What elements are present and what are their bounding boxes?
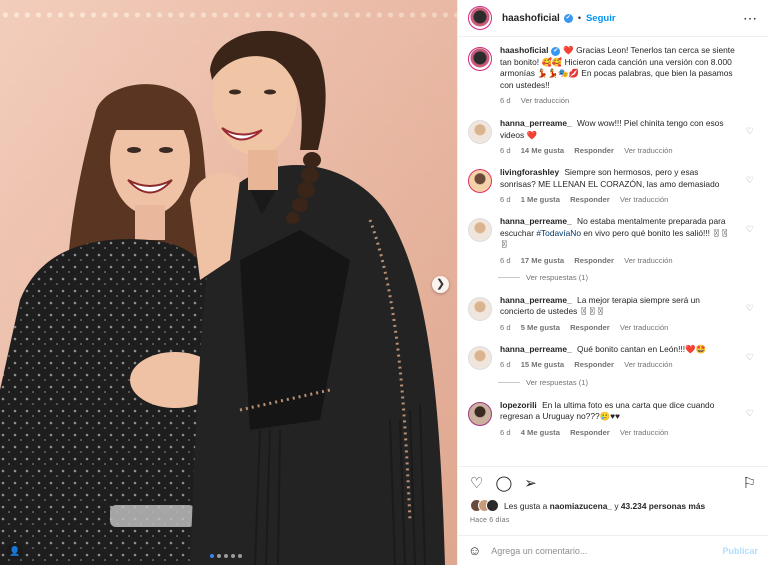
photo-illustration [0, 0, 457, 565]
comment-item: hanna_perreame_ La mejor terapia siempre… [468, 295, 758, 332]
likes-middle: y [612, 500, 621, 511]
comment-username[interactable]: hanna_perreame_ [500, 216, 572, 226]
comments-list[interactable]: haashoficial ✔ ❤️ Gracias Leon! Tenerlos t… [458, 37, 768, 466]
comment-time: 6 d [500, 360, 511, 369]
caption-translate-link[interactable]: Ver traducción [521, 96, 570, 105]
post-actions: ♡ ◯ ➢ ⚐ Les gusta a naomiazucena_ y 43.2… [458, 466, 768, 524]
more-options-icon[interactable]: ⋯ [743, 11, 758, 25]
caption-username[interactable]: haashoficial [500, 45, 548, 55]
comment-item: livingforashley Siempre son hermosos, pe… [468, 167, 758, 204]
caption-time: 6 d [500, 96, 511, 105]
translate-link[interactable]: Ver traducción [624, 360, 673, 369]
tagged-user-icon[interactable]: 👤 [7, 543, 23, 559]
follow-button[interactable]: Seguir [586, 13, 616, 24]
posted-ago: Hace 6 días [470, 517, 510, 524]
carousel-dot[interactable] [238, 554, 242, 558]
caption-lead-emoji: ❤️ [563, 45, 574, 55]
translate-link[interactable]: Ver traducción [620, 195, 669, 204]
comment-likes[interactable]: 14 Me gusta [521, 146, 564, 155]
post-header: haashoficial ✔ • Seguir ⋯ [458, 0, 768, 37]
reply-button[interactable]: Responder [570, 428, 610, 437]
verified-badge-icon: ✔ [551, 47, 561, 56]
commenter-avatar[interactable] [468, 218, 492, 242]
post-side-panel: haashoficial ✔ • Seguir ⋯ haashoficial ✔ ❤… [457, 0, 768, 565]
view-replies-link[interactable]: Ver respuestas (1) [498, 273, 758, 282]
share-icon[interactable]: ➢ [524, 476, 537, 491]
commenter-avatar[interactable] [468, 169, 492, 193]
translate-link[interactable]: Ver traducción [624, 146, 673, 155]
translate-link[interactable]: Ver traducción [624, 256, 673, 265]
comment-likes[interactable]: 4 Me gusta [521, 428, 560, 437]
reply-button[interactable]: Responder [570, 195, 610, 204]
like-comment-heart-icon[interactable]: ♡ [746, 224, 754, 235]
hashtag-link[interactable]: #TodavíaNo [536, 228, 581, 238]
comment-item: hanna_perreame_ Qué bonito cantan en Leó… [468, 344, 758, 370]
caption: haashoficial ✔ ❤️ Gracias Leon! Tenerlos t… [468, 45, 758, 105]
comment-icon[interactable]: ◯ [495, 476, 512, 491]
comment-username[interactable]: hanna_perreame_ [500, 295, 572, 305]
comment-likes[interactable]: 5 Me gusta [521, 323, 560, 332]
like-comment-heart-icon[interactable]: ♡ [746, 408, 754, 419]
comment-username[interactable]: lopezorili [500, 400, 537, 410]
like-comment-heart-icon[interactable]: ♡ [746, 126, 754, 137]
comment-item: hanna_perreame_ Wow wow!!! Piel chinita … [468, 118, 758, 155]
author-username[interactable]: haashoficial [502, 13, 560, 24]
comment-likes[interactable]: 15 Me gusta [521, 360, 564, 369]
commenter-avatar[interactable] [468, 120, 492, 144]
comment-item: hanna_perreame_ No estaba mentalmente pr… [468, 216, 758, 265]
comment-text: Qué bonito cantan en León!!!❤️🤩 [577, 343, 706, 354]
publish-button[interactable]: Publicar [722, 546, 758, 556]
reply-button[interactable]: Responder [574, 256, 614, 265]
commenter-avatar[interactable] [468, 401, 492, 426]
bookmark-icon[interactable]: ⚐ [743, 476, 756, 491]
comment-time: 6 d [500, 255, 511, 265]
comment-likes[interactable]: 1 Me gusta [521, 195, 560, 204]
next-slide-icon[interactable]: ❯ [432, 276, 449, 293]
view-replies-link[interactable]: Ver respuestas (1) [498, 378, 758, 387]
comment-username[interactable]: hanna_perreame_ [500, 118, 572, 128]
comment-time: 6 d [500, 322, 511, 332]
translate-link[interactable]: Ver traducción [620, 428, 669, 437]
comment-likes[interactable]: 17 Me gusta [521, 256, 564, 265]
likes-prefix: Les gusta a [504, 500, 550, 511]
reply-button[interactable]: Responder [574, 360, 614, 369]
verified-badge-icon: ✔ [563, 13, 573, 23]
like-comment-heart-icon[interactable]: ♡ [746, 303, 754, 314]
heart-icon[interactable]: ♡ [470, 476, 483, 491]
likes-count[interactable]: 43.234 personas más [621, 501, 705, 511]
likes-summary: Les gusta a naomiazucena_ y 43.234 perso… [470, 499, 758, 512]
carousel-dots [210, 554, 242, 558]
liker-username[interactable]: naomiazucena_ [550, 501, 612, 511]
comment-time: 6 d [500, 146, 511, 155]
caption-text-block: haashoficial ✔ ❤️ Gracias Leon! Tenerlos t… [500, 45, 736, 91]
carousel-dot[interactable] [217, 554, 221, 558]
author-avatar[interactable] [468, 6, 492, 30]
like-comment-heart-icon[interactable]: ♡ [746, 352, 754, 363]
comment-username[interactable]: livingforashley [500, 167, 559, 177]
comment-time: 6 d [500, 195, 511, 204]
emoji-picker-icon[interactable]: ☺ [468, 543, 481, 558]
caption-avatar[interactable] [468, 47, 492, 71]
reply-button[interactable]: Responder [570, 323, 610, 332]
comment-item: lopezorili En la ultima foto es una cart… [468, 400, 758, 437]
like-comment-heart-icon[interactable]: ♡ [746, 175, 754, 186]
comment-time: 6 d [500, 427, 511, 437]
translate-link[interactable]: Ver traducción [620, 323, 669, 332]
liker-avatar [486, 499, 499, 512]
carousel-dot[interactable] [210, 554, 214, 558]
comment-username[interactable]: hanna_perreame_ [500, 344, 572, 354]
carousel-dot[interactable] [224, 554, 228, 558]
reply-button[interactable]: Responder [574, 146, 614, 155]
caption-meta: 6 d Ver traducción [500, 96, 736, 105]
carousel-dot[interactable] [231, 554, 235, 558]
post-photo[interactable]: ❯ 👤 [0, 0, 457, 565]
comment-composer: ☺ Publicar [458, 535, 768, 565]
commenter-avatar[interactable] [468, 296, 492, 321]
separator-dot: • [577, 13, 581, 23]
commenter-avatar[interactable] [468, 345, 492, 370]
comment-input[interactable] [491, 545, 723, 556]
